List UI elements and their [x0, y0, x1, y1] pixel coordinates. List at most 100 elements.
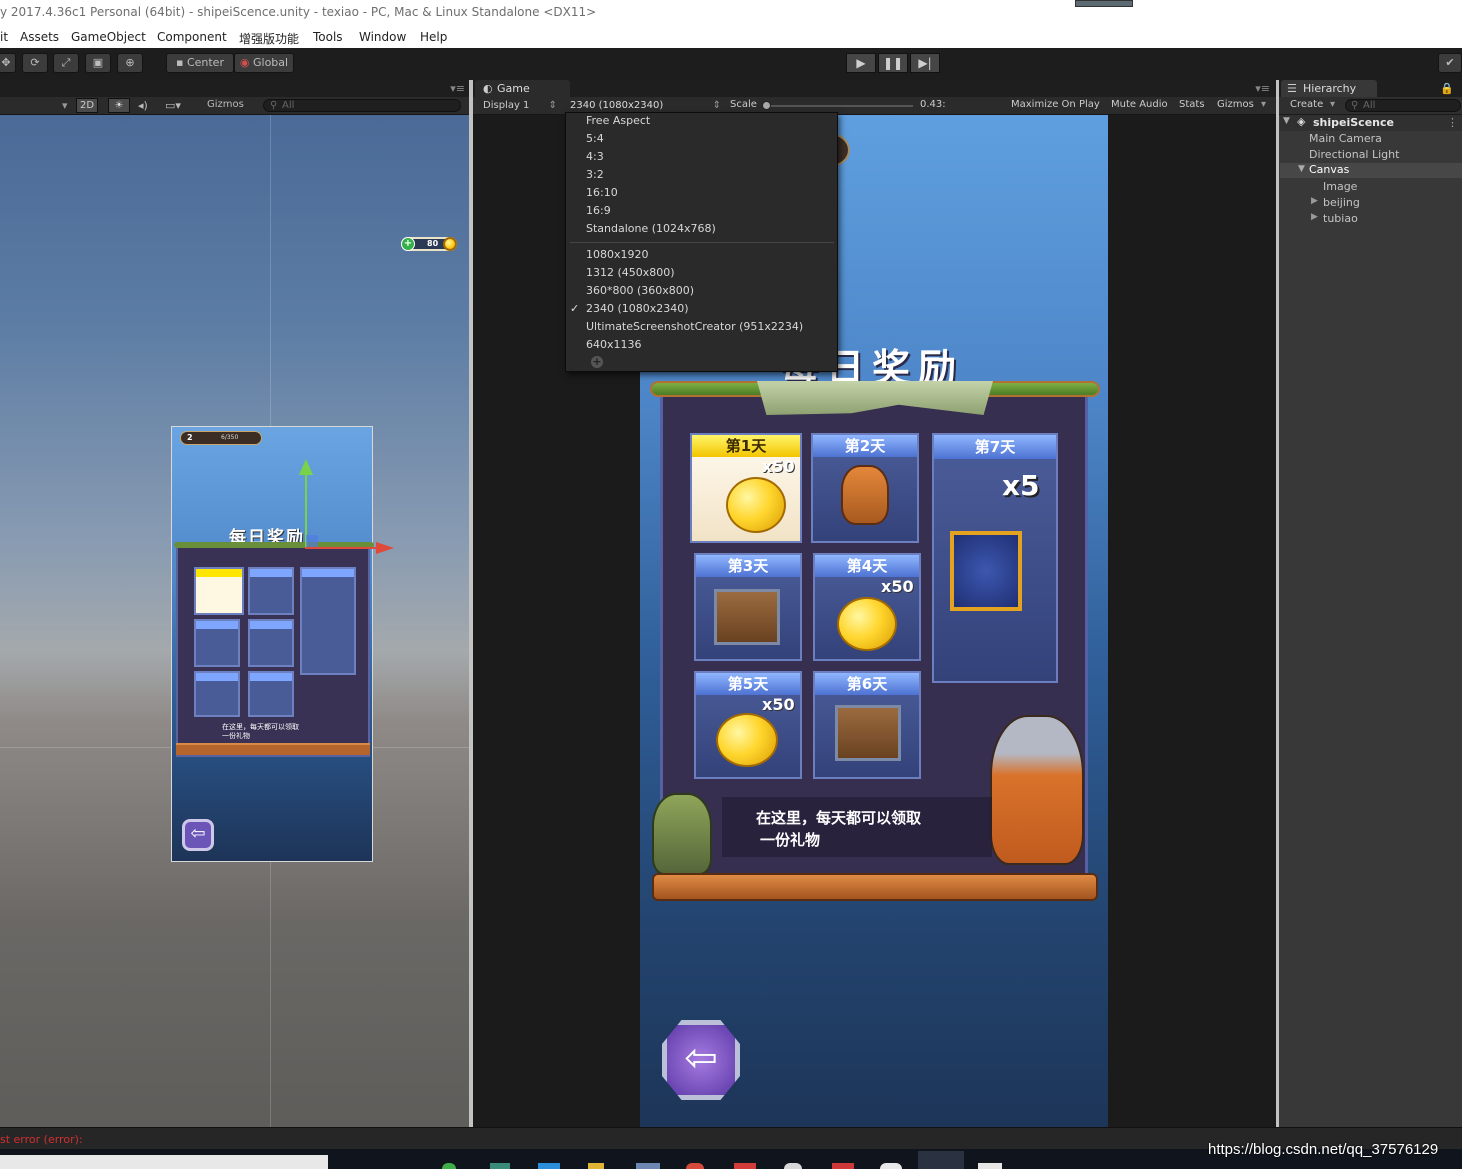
console-error-message[interactable]: st error (error):	[0, 1133, 83, 1146]
rotate-tool-icon[interactable]: ⟳	[22, 53, 48, 73]
effects-toggle-icon[interactable]: ▭▾	[165, 99, 181, 112]
tubiao-foldout-icon[interactable]: ▶	[1311, 212, 1318, 222]
scene-options-icon[interactable]: ⋮	[1447, 116, 1458, 129]
reward-tile-day7[interactable]: 第7天 x5	[932, 433, 1058, 683]
gizmo-x-arrow-icon[interactable]	[376, 542, 394, 554]
menu-enhanced[interactable]: 增强版功能	[239, 30, 299, 47]
mute-audio-toggle[interactable]: Mute Audio	[1111, 99, 1168, 110]
hierarchy-tab[interactable]: ☰ Hierarchy	[1281, 80, 1377, 97]
hierarchy-lock-icon[interactable]: 🔒	[1440, 82, 1454, 95]
beijing-foldout-icon[interactable]: ▶	[1311, 196, 1318, 206]
resolution-option[interactable]: UltimateScreenshotCreator (951x2234)	[586, 320, 803, 333]
audio-toggle-icon[interactable]: ◂)	[138, 99, 148, 112]
scene-viewport[interactable]: + 80 2 6/350 每日奖励 在这里，每天都可以领取 一份礼物 ⇦	[0, 115, 469, 1127]
resolution-option[interactable]: 1080x1920	[586, 248, 649, 261]
game-tab[interactable]: ◐ Game	[475, 80, 570, 97]
resolution-option[interactable]: 640x1136	[586, 338, 642, 351]
game-gizmos-dropdown[interactable]: Gizmos	[1217, 99, 1254, 110]
menu-edit[interactable]: it	[0, 30, 8, 44]
taskbar-app-icon[interactable]	[784, 1163, 802, 1169]
taskbar-app-icon[interactable]	[442, 1163, 456, 1169]
resolution-option[interactable]: 5:4	[586, 132, 604, 145]
space-global-button[interactable]: ◉ Global	[234, 53, 294, 73]
taskbar-app-icon[interactable]	[588, 1163, 604, 1169]
taskbar-search-box[interactable]	[0, 1155, 328, 1169]
hierarchy-item-image[interactable]: Image	[1323, 180, 1357, 193]
scene-foldout-icon[interactable]: ▼	[1283, 116, 1290, 126]
resolution-option[interactable]: 1312 (450x800)	[586, 266, 675, 279]
reward-tile-day4[interactable]: 第4天 x50	[813, 553, 921, 661]
pause-button[interactable]: ❚❚	[878, 53, 908, 73]
scale-tool-icon[interactable]: ⤢	[53, 53, 79, 73]
resolution-option[interactable]: 16:9	[586, 204, 611, 217]
scale-slider-handle[interactable]	[762, 101, 771, 110]
gizmo-y-arrow-icon[interactable]	[299, 459, 313, 475]
gizmo-x-axis[interactable]	[305, 547, 377, 549]
hierarchy-search-input[interactable]: ⚲ All	[1345, 99, 1461, 112]
move-tool-icon[interactable]: ✥	[0, 53, 16, 73]
scene-coin-widget: + 80	[401, 237, 457, 251]
hierarchy-scene-row[interactable]: ▼ ◈ shipeiScence ⋮	[1280, 115, 1462, 131]
transform-tool-icon[interactable]: ⊕	[117, 53, 143, 73]
taskbar-app-icon[interactable]	[832, 1163, 854, 1169]
taskbar-app-icon[interactable]	[734, 1163, 756, 1169]
play-button[interactable]: ▶	[846, 53, 876, 73]
add-resolution-icon[interactable]: +	[591, 356, 603, 368]
taskbar-app-icon[interactable]	[978, 1163, 1002, 1169]
resolution-option-selected[interactable]: 2340 (1080x2340)	[586, 302, 689, 315]
menu-tools[interactable]: Tools	[313, 30, 343, 44]
menu-gameobject[interactable]: GameObject	[71, 30, 146, 44]
canvas-foldout-icon[interactable]: ▼	[1298, 164, 1305, 174]
resolution-option[interactable]: Standalone (1024x768)	[586, 222, 716, 235]
menu-component[interactable]: Component	[157, 30, 227, 44]
taskbar-app-icon[interactable]	[490, 1163, 510, 1169]
scene-panel-menu-icon[interactable]: ▾≡	[450, 82, 465, 95]
pivot-center-button[interactable]: ▪ Center	[166, 53, 234, 73]
step-button[interactable]: ▶|	[910, 53, 940, 73]
reward-tile-day1[interactable]: 第1天 x50	[690, 433, 802, 543]
resolution-option[interactable]: 4:3	[586, 150, 604, 163]
scene-gizmos-dropdown[interactable]: Gizmos	[207, 99, 244, 110]
stats-toggle[interactable]: Stats	[1179, 99, 1205, 110]
taskbar-app-active[interactable]	[918, 1151, 964, 1169]
resolution-option[interactable]: Free Aspect	[586, 114, 650, 127]
reward-tile-day6[interactable]: 第6天	[813, 671, 921, 779]
resolution-dropdown-menu: Free Aspect 5:4 4:3 3:2 16:10 16:9 Stand…	[565, 112, 838, 372]
hierarchy-item-directional-light[interactable]: Directional Light	[1309, 148, 1399, 161]
hierarchy-create-dropdown[interactable]: Create	[1290, 99, 1323, 110]
back-button[interactable]: ⇦	[662, 1020, 740, 1100]
hierarchy-item-main-camera[interactable]: Main Camera	[1309, 132, 1382, 145]
reward-tile-day5[interactable]: 第5天 x50	[694, 671, 802, 779]
light-toggle-icon[interactable]: ☀	[108, 98, 130, 113]
mode-2d-button[interactable]: 2D	[76, 98, 98, 113]
taskbar-app-icon[interactable]	[880, 1163, 902, 1169]
taskbar-app-icon[interactable]	[538, 1163, 560, 1169]
display-select[interactable]: Display 1 ⇕	[477, 98, 561, 113]
hierarchy-create-arrow-icon[interactable]: ▾	[1330, 99, 1335, 110]
game-panel-menu-icon[interactable]: ▾≡	[1255, 82, 1270, 95]
game-gizmos-arrow-icon[interactable]: ▾	[1261, 99, 1266, 110]
menu-window[interactable]: Window	[359, 30, 406, 44]
resolution-option[interactable]: 16:10	[586, 186, 618, 199]
resolution-option[interactable]: 360*800 (360x800)	[586, 284, 694, 297]
hierarchy-item-canvas[interactable]: ▼ Canvas	[1280, 163, 1462, 178]
taskbar-app-icon[interactable]	[636, 1163, 660, 1169]
resolution-select[interactable]: 2340 (1080x2340) ⇕	[565, 98, 725, 113]
reward-tile-day2[interactable]: 第2天	[811, 433, 919, 543]
account-check-icon[interactable]: ✔	[1438, 53, 1462, 73]
menu-assets[interactable]: Assets	[20, 30, 59, 44]
maximize-on-play-toggle[interactable]: Maximize On Play	[1011, 99, 1100, 110]
hierarchy-item-beijing[interactable]: beijing	[1323, 196, 1360, 209]
hierarchy-item-tubiao[interactable]: tubiao	[1323, 212, 1358, 225]
rect-tool-icon[interactable]: ▣	[85, 53, 111, 73]
taskbar-app-icon[interactable]	[686, 1163, 704, 1169]
shading-dropdown-icon[interactable]: ▾	[62, 99, 68, 112]
menu-help[interactable]: Help	[420, 30, 447, 44]
scale-slider-track[interactable]	[762, 101, 913, 110]
reward-tile-day3[interactable]: 第3天	[694, 553, 802, 661]
scene-canvas-preview[interactable]: 2 6/350 每日奖励 在这里，每天都可以领取 一份礼物 ⇦	[171, 426, 374, 862]
scene-search-input[interactable]: ⚲ All	[263, 99, 461, 112]
reward-tile-day7-label: 第7天	[934, 435, 1056, 459]
resolution-option[interactable]: 3:2	[586, 168, 604, 181]
gizmo-plane-handle[interactable]	[306, 535, 318, 547]
